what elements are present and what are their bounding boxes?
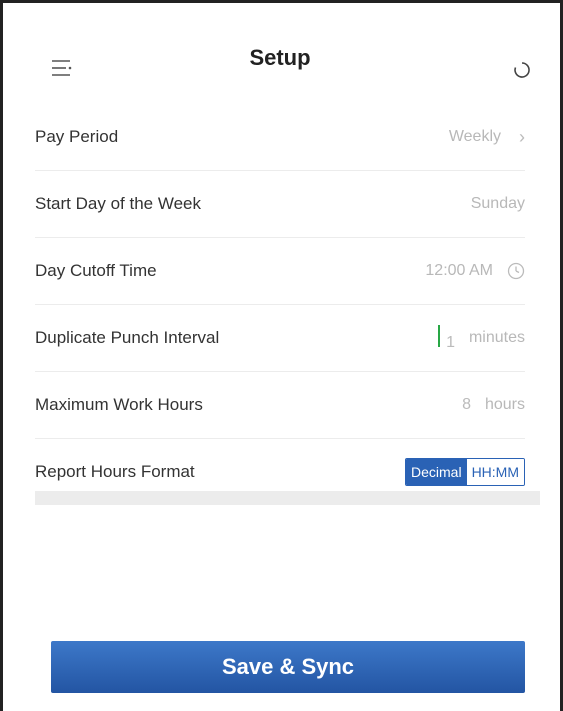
section-divider	[35, 491, 540, 505]
page-title: Setup	[249, 45, 311, 70]
duplicate-interval-row[interactable]: Duplicate Punch Interval 1 minutes	[35, 305, 525, 372]
sync-icon[interactable]	[512, 60, 532, 80]
start-day-row[interactable]: Start Day of the Week Sunday	[35, 171, 525, 238]
max-hours-label: Maximum Work Hours	[35, 395, 203, 414]
max-hours-row[interactable]: Maximum Work Hours 8 hours	[35, 372, 525, 439]
pay-period-label: Pay Period	[35, 127, 119, 146]
pay-period-value[interactable]: Weekly	[449, 128, 501, 146]
max-hours-input[interactable]: 8	[462, 396, 471, 414]
settings-list: Pay Period Weekly › Start Day of the Wee…	[10, 104, 550, 505]
duplicate-interval-label: Duplicate Punch Interval	[35, 328, 220, 347]
max-hours-unit: hours	[484, 396, 525, 413]
cutoff-time-value[interactable]: 12:00 AM	[425, 262, 493, 280]
duplicate-interval-value: 1	[446, 333, 455, 351]
cutoff-time-label: Day Cutoff Time	[35, 261, 157, 280]
cutoff-time-row[interactable]: Day Cutoff Time 12:00 AM	[35, 238, 525, 305]
report-format-toggle: Decimal HH:MM	[404, 458, 525, 486]
report-format-label: Report Hours Format	[35, 462, 195, 481]
save-sync-button[interactable]: Save & Sync	[51, 641, 525, 693]
start-day-value[interactable]: Sunday	[471, 195, 525, 213]
setup-screen: Setup Pay Period Weekly › Start Day of t…	[10, 10, 550, 711]
pay-period-row[interactable]: Pay Period Weekly ›	[35, 104, 525, 171]
start-day-label: Start Day of the Week	[35, 194, 201, 213]
clock-icon[interactable]	[507, 262, 525, 280]
format-option-hhmm[interactable]: HH:MM	[466, 459, 524, 485]
chevron-right-icon: ›	[519, 126, 525, 147]
text-cursor	[438, 324, 441, 347]
duplicate-interval-unit: minutes	[468, 329, 525, 346]
top-bar: Setup	[10, 10, 550, 104]
duplicate-interval-input[interactable]: 1	[438, 324, 455, 352]
format-option-decimal[interactable]: Decimal	[405, 459, 467, 485]
